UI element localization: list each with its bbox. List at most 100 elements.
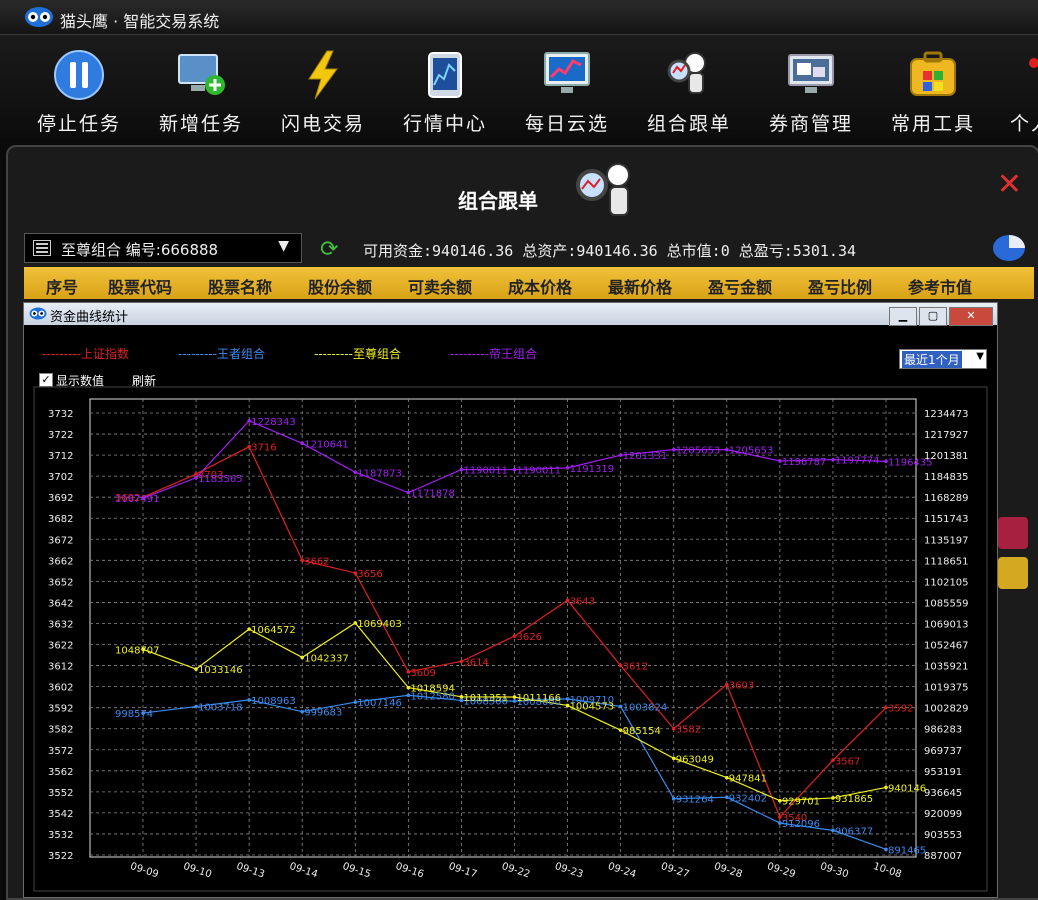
x-tick-label: 09-27	[659, 861, 690, 880]
x-tick-label: 09-30	[819, 861, 850, 880]
data-label: 1007146	[357, 698, 402, 709]
data-label: 3567	[835, 756, 860, 767]
column-header: 盈亏金额	[708, 278, 773, 297]
data-label: 929701	[782, 797, 820, 808]
data-label: 1171878	[410, 489, 455, 500]
data-label: 998574	[115, 709, 153, 720]
x-tick-label: 09-16	[394, 861, 425, 880]
y-right-tick-label: 1035921	[924, 662, 969, 673]
data-label: 1190011	[463, 466, 508, 477]
y-left-tick-label: 3602	[48, 683, 73, 694]
data-label: 1196787	[782, 457, 827, 468]
column-header: 序号	[46, 278, 79, 297]
data-label: 1187873	[357, 468, 402, 479]
owl-magnifier-icon	[667, 52, 706, 94]
x-tick-label: 09-13	[235, 861, 266, 880]
toolbar-label: 组合跟单	[646, 113, 731, 135]
data-label: 1205653	[676, 446, 721, 457]
x-tick-label: 09-10	[182, 861, 213, 880]
app-title: 猫头鹰 · 智能交易系统	[60, 12, 220, 31]
capital-curve-chart: 3692370337163662365636093614362636433612…	[33, 386, 988, 892]
toolbar-broker-manage-button[interactable]: 券商管理	[752, 49, 870, 135]
side-button-gold[interactable]	[998, 557, 1028, 589]
y-right-tick-label: 1002829	[924, 704, 969, 715]
y-right-tick-label: 1085559	[924, 598, 969, 609]
x-tick-label: 09-24	[606, 861, 637, 880]
y-right-tick-label: 1019375	[924, 683, 969, 694]
side-button-red[interactable]	[998, 517, 1028, 549]
pie-chart-icon[interactable]	[992, 233, 1026, 263]
toolbar-add-task-button[interactable]: 新增任务	[142, 49, 260, 135]
toolbar-personal-button[interactable]: 个人	[996, 49, 1038, 135]
y-right-tick-label: 1118651	[924, 556, 969, 567]
y-right-tick-label: 1234473	[924, 409, 969, 420]
toolbar-market-center-button[interactable]: 行情中心	[386, 49, 504, 135]
x-tick-label: 09-29	[766, 861, 797, 880]
data-label: 906377	[835, 826, 873, 837]
data-label: 3582	[676, 725, 701, 736]
toolbar-common-tools-button[interactable]: 常用工具	[874, 49, 992, 135]
x-tick-label: 09-28	[713, 861, 744, 880]
y-left-tick-label: 3672	[48, 535, 73, 546]
toolbar-label: 新增任务	[158, 113, 243, 135]
y-left-tick-label: 3682	[48, 514, 73, 525]
y-left-tick-label: 3642	[48, 598, 73, 609]
toolbar-flash-trade-button[interactable]: 闪电交易	[264, 49, 382, 135]
close-icon[interactable]: ✕	[997, 167, 1022, 202]
toolbox-icon	[910, 51, 956, 96]
data-label: 931264	[676, 795, 714, 806]
data-label: 1004573	[570, 701, 615, 712]
y-left-tick-label: 3632	[48, 619, 73, 630]
data-label: 891465	[888, 845, 926, 856]
data-label: 1018594	[410, 684, 455, 695]
x-tick-label: 09-23	[553, 861, 584, 880]
y-right-tick-label: 903553	[924, 830, 962, 841]
pause-icon	[54, 50, 104, 100]
data-label: 3609	[410, 668, 435, 679]
y-right-tick-label: 920099	[924, 809, 962, 820]
capital-curve-window: 资金曲线统计 ▁ ▢ ✕ ---------上证指数 ---------王者组合 -…	[23, 302, 998, 898]
y-left-tick-label: 3712	[48, 451, 73, 462]
data-label: 1011166	[517, 693, 562, 704]
data-label: 3603	[729, 681, 754, 692]
data-label: 940146	[888, 783, 926, 794]
owl-magnifier-icon	[576, 163, 630, 216]
y-right-tick-label: 953191	[924, 767, 962, 778]
toolbar-label: 行情中心	[402, 113, 487, 135]
toolbar-label: 闪电交易	[280, 113, 365, 135]
data-label: 1191319	[570, 464, 615, 475]
data-label: 3612	[623, 662, 648, 673]
person-icon	[1029, 58, 1038, 68]
data-label: 1011351	[463, 693, 508, 704]
toolbar-daily-cloud-pick-button[interactable]: 每日云选	[508, 49, 626, 135]
y-left-tick-label: 3692	[48, 493, 73, 504]
column-header: 可卖余额	[408, 278, 473, 297]
combo-select[interactable]: 至尊组合 编号:666888 ▼	[24, 233, 302, 263]
data-label: 1048707	[115, 645, 160, 656]
positions-table-header: 序号 股票代码 股票名称 股份余额 可卖余额 成本价格 最新价格 盈亏金额 盈亏…	[24, 267, 1034, 299]
toolbar-stop-task-button[interactable]: 停止任务	[20, 49, 138, 135]
y-right-tick-label: 1052467	[924, 641, 969, 652]
data-label: 912096	[782, 819, 820, 830]
y-left-tick-label: 3652	[48, 577, 73, 588]
monitor-add-icon	[178, 54, 225, 95]
y-left-tick-label: 3662	[48, 556, 73, 567]
toolbar-combo-follow-button[interactable]: 组合跟单	[630, 49, 748, 135]
chart-tablet-icon	[428, 52, 462, 98]
x-tick-label: 09-09	[129, 861, 160, 880]
y-left-tick-label: 3532	[48, 830, 73, 841]
toolbar-label: 个人	[1010, 113, 1038, 135]
refresh-icon[interactable]: ⟳	[320, 237, 338, 262]
y-right-tick-label: 969737	[924, 746, 962, 757]
toolbar-label: 停止任务	[36, 113, 121, 135]
y-left-tick-label: 3582	[48, 725, 73, 736]
y-right-tick-label: 1069013	[924, 619, 969, 630]
owl-logo-icon	[25, 7, 53, 27]
lightning-icon	[308, 50, 338, 100]
data-label: 3592	[888, 704, 913, 715]
data-label: 931865	[835, 794, 873, 805]
data-label: 963049	[676, 754, 714, 765]
toolbar-label: 常用工具	[890, 113, 975, 135]
column-header: 股票代码	[108, 278, 173, 297]
y-left-tick-label: 3572	[48, 746, 73, 757]
